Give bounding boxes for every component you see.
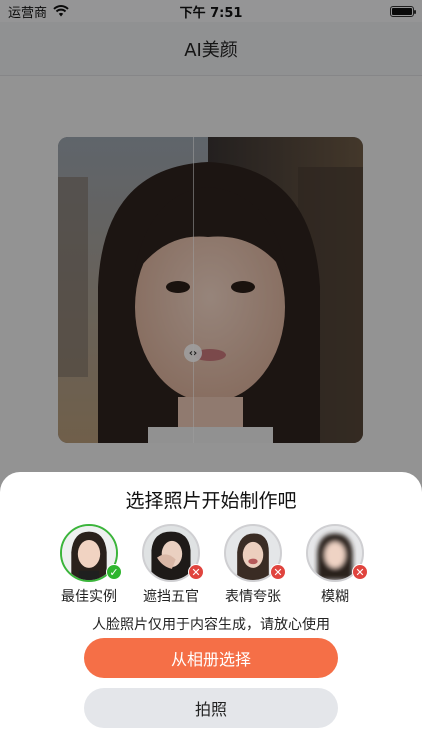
photo-picker-sheet: 选择照片开始制作吧 ✓ 最佳实例 ✕ 遮挡五官 ✕ 表情夸张 ✕ 模糊 人脸照片… bbox=[0, 472, 422, 750]
example-blurry: ✕ 模糊 bbox=[302, 524, 368, 606]
choose-from-album-button[interactable]: 从相册选择 bbox=[84, 638, 338, 678]
close-icon: ✕ bbox=[270, 564, 286, 580]
example-label: 模糊 bbox=[321, 589, 349, 605]
take-photo-button[interactable]: 拍照 bbox=[84, 688, 338, 728]
sheet-title: 选择照片开始制作吧 bbox=[125, 490, 297, 512]
close-icon: ✕ bbox=[188, 564, 204, 580]
privacy-note: 人脸照片仅用于内容生成，请放心使用 bbox=[92, 617, 330, 633]
example-label: 最佳实例 bbox=[61, 589, 117, 605]
example-best: ✓ 最佳实例 bbox=[56, 524, 122, 606]
example-covered-face: ✕ 遮挡五官 bbox=[138, 524, 204, 606]
example-label: 表情夸张 bbox=[225, 589, 281, 605]
close-icon: ✕ bbox=[352, 564, 368, 580]
example-exaggerated-expression: ✕ 表情夸张 bbox=[220, 524, 286, 606]
example-label: 遮挡五官 bbox=[143, 589, 199, 605]
check-icon: ✓ bbox=[106, 564, 122, 580]
example-list: ✓ 最佳实例 ✕ 遮挡五官 ✕ 表情夸张 ✕ 模糊 bbox=[56, 524, 368, 606]
